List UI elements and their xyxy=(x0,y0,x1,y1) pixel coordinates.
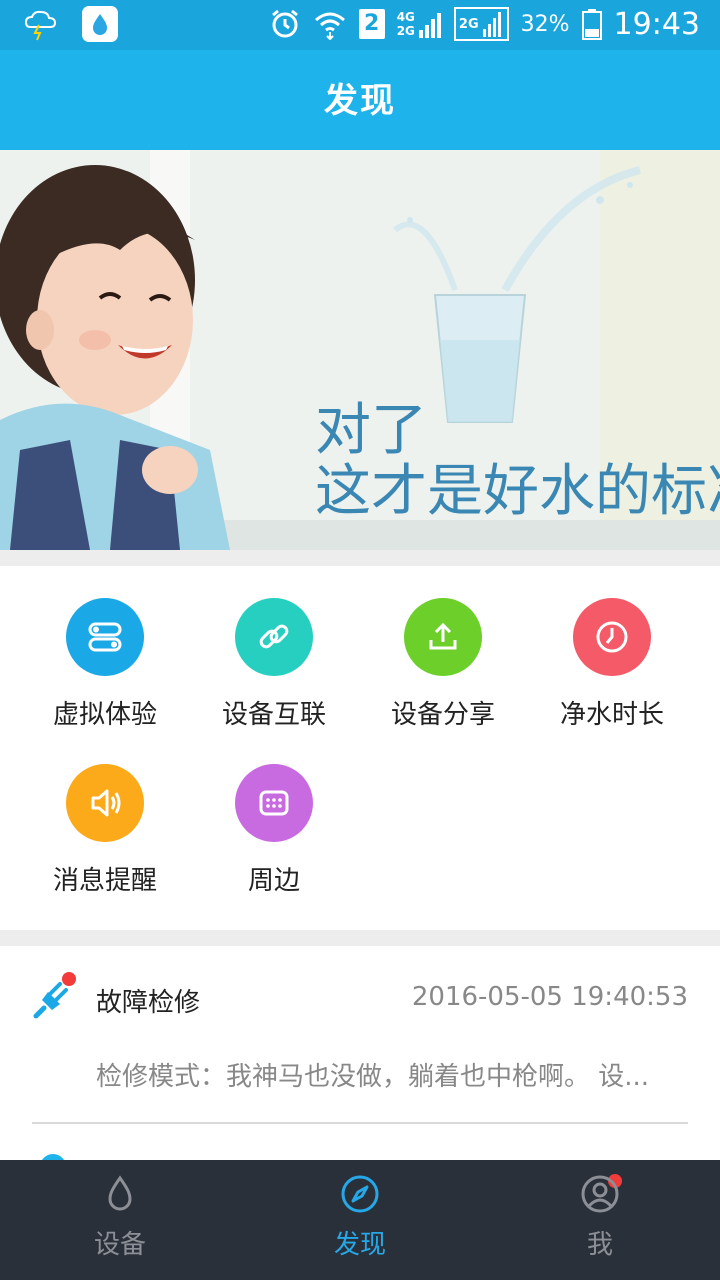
tab-devices[interactable]: 设备 xyxy=(0,1160,240,1280)
user-icon xyxy=(581,1175,619,1213)
network-type-top: 4G xyxy=(396,10,415,24)
feature-label: 净水时长 xyxy=(559,700,664,730)
feature-label: 虚拟体验 xyxy=(52,700,157,730)
feature-grid: 虚拟体验 设备互联 设备分享 净水时长 消息提醒 周边 xyxy=(0,566,720,930)
feature-label: 设备互联 xyxy=(221,700,326,730)
feature-label: 周边 xyxy=(247,866,300,896)
network-type-2: 2G xyxy=(458,16,479,32)
upload-icon xyxy=(404,598,482,676)
message-description: 检修模式：我神马也没做，躺着也中枪啊。 设... xyxy=(96,1062,650,1092)
wifi-icon xyxy=(314,12,345,40)
message-title: 故障检修 xyxy=(96,988,201,1018)
network-type-bottom: 2G xyxy=(396,24,415,38)
signal-strength-2: 2G xyxy=(453,7,509,41)
speaker-icon xyxy=(66,764,144,842)
battery-icon xyxy=(581,9,602,40)
sim-badge: 2 xyxy=(358,9,385,39)
keypad-icon xyxy=(235,764,313,842)
bottom-nav: 设备 发现 我 xyxy=(0,1160,720,1280)
message-list: 故障检修 2016-05-05 19:40:53 检修模式：我神马也没做，躺着也… xyxy=(0,946,720,1160)
feature-nearby[interactable]: 周边 xyxy=(189,764,359,897)
compass-icon xyxy=(341,1175,379,1213)
feature-virtual-experience[interactable]: 虚拟体验 xyxy=(20,598,190,731)
unread-badge xyxy=(62,972,76,986)
feature-device-share[interactable]: 设备分享 xyxy=(358,598,528,731)
water-drop-icon xyxy=(108,1175,132,1211)
app-notification-icon xyxy=(82,6,118,42)
signal-strength-1: 4G 2G xyxy=(397,10,442,38)
tab-label: 设备 xyxy=(93,1230,146,1260)
tab-label: 我 xyxy=(586,1230,613,1260)
list-item[interactable]: 故障检修 2016-05-05 19:40:53 检修模式：我神马也没做，躺着也… xyxy=(0,946,720,1124)
tab-discover[interactable]: 发现 xyxy=(240,1160,622,1280)
list-divider xyxy=(32,1122,688,1124)
feature-device-connect[interactable]: 设备互联 xyxy=(189,598,359,731)
clock-icon xyxy=(573,598,651,676)
feature-purify-duration[interactable]: 净水时长 xyxy=(527,598,697,731)
link-icon xyxy=(235,598,313,676)
feature-label: 消息提醒 xyxy=(52,866,157,896)
signal-bars-icon xyxy=(482,12,501,37)
feature-message-reminder[interactable]: 消息提醒 xyxy=(20,764,190,897)
signal-bars-icon xyxy=(418,13,441,38)
tab-label: 发现 xyxy=(333,1230,386,1260)
clock-time: 19:43 xyxy=(613,6,700,42)
promo-banner[interactable]: 对了 这才是好水的标准 xyxy=(0,150,720,550)
tab-me[interactable]: 我 xyxy=(480,1160,720,1280)
battery-percent: 32% xyxy=(520,11,570,37)
message-time: 2016-05-05 19:40:53 xyxy=(411,982,688,1012)
toggle-icon xyxy=(66,598,144,676)
weather-icon xyxy=(24,10,57,41)
feature-label: 设备分享 xyxy=(390,700,495,730)
status-bar: 2 4G 2G 2G 32% 19:43 xyxy=(0,0,720,50)
page-title: 发现 xyxy=(324,81,396,121)
banner-subheadline: 这才是好水的标准 xyxy=(315,459,720,524)
alarm-icon xyxy=(271,9,298,38)
app-bar: 发现 xyxy=(0,50,720,150)
